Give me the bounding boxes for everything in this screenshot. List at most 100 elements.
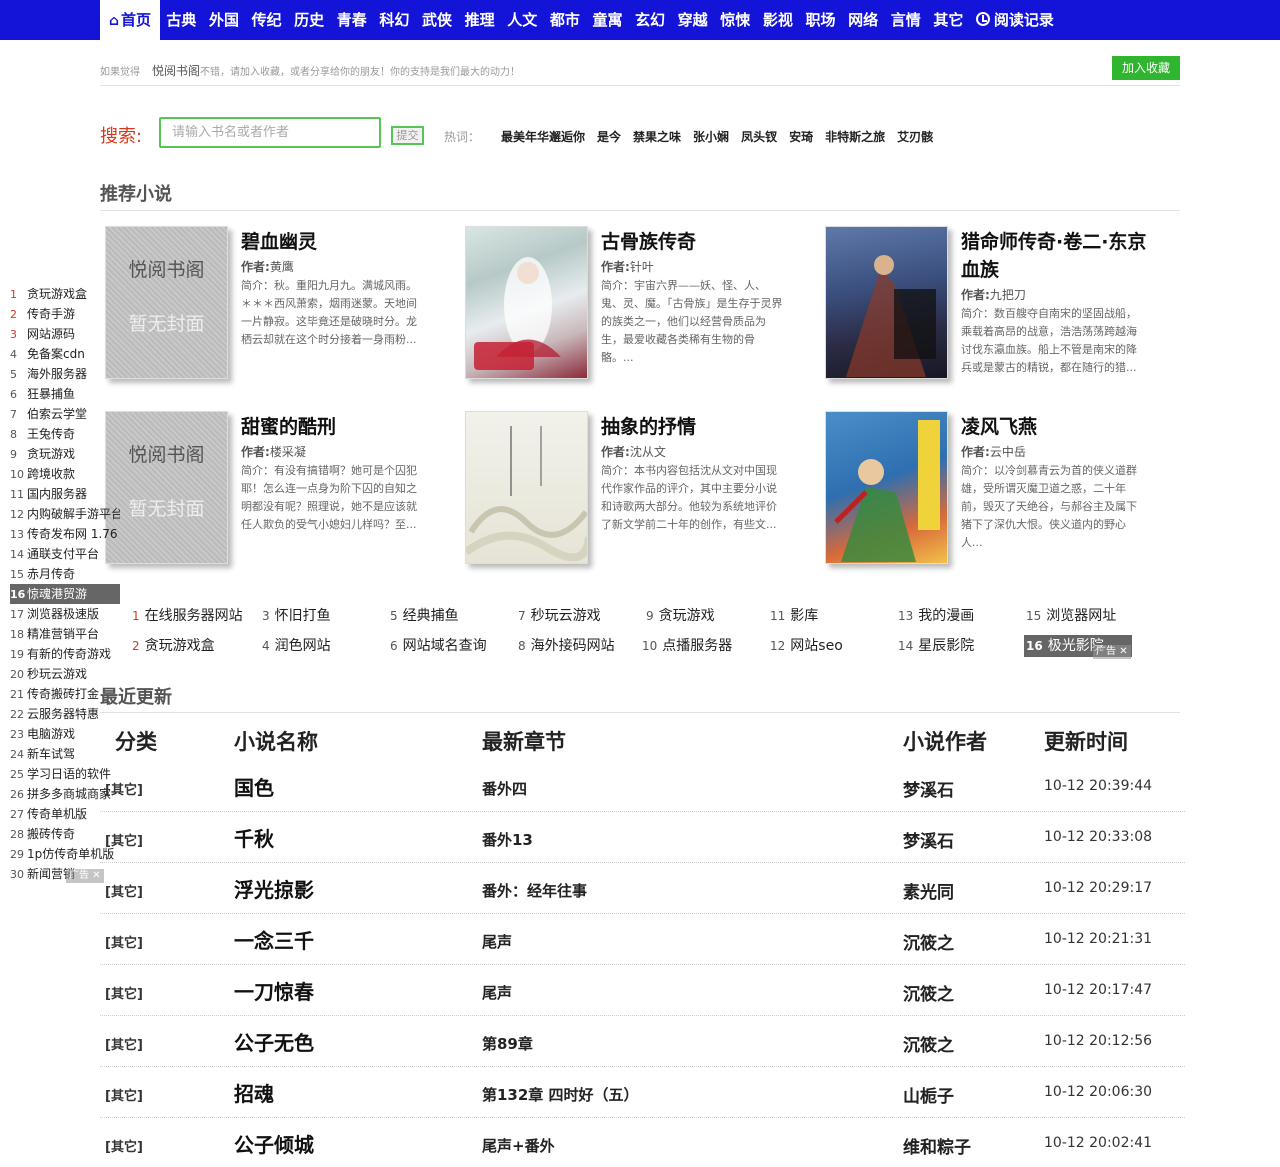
side-ad-item[interactable]: 6 狂暴捕鱼: [10, 384, 120, 404]
add-favorite-button[interactable]: 加入收藏: [1112, 56, 1180, 80]
row-novel-name[interactable]: 公子倾城: [234, 1129, 314, 1158]
row-category[interactable]: [其它]: [105, 779, 143, 798]
search-input[interactable]: [159, 117, 381, 148]
nav-item-scifi[interactable]: 科幻: [373, 0, 416, 40]
link-item[interactable]: 6 网站域名查询: [390, 635, 487, 657]
link-item[interactable]: 15 浏览器网址: [1026, 605, 1116, 627]
link-item[interactable]: 12 网站seo: [770, 635, 843, 657]
row-category[interactable]: [其它]: [105, 1136, 143, 1155]
link-item[interactable]: 7 秒玩云游戏: [518, 605, 601, 627]
link-item[interactable]: 8 海外接码网站: [518, 635, 615, 657]
novel-title[interactable]: 猎命师传奇·卷二·东京血族: [961, 228, 1161, 284]
hot-word[interactable]: 安琦: [789, 128, 813, 145]
row-latest-chapter[interactable]: 番外13: [482, 829, 533, 850]
nav-item-web[interactable]: 网络: [842, 0, 885, 40]
side-ad-item[interactable]: 3 网站源码: [10, 324, 120, 344]
nav-item-home[interactable]: ⌂ 首页: [100, 0, 161, 40]
nav-item-humanities[interactable]: 人文: [501, 0, 544, 40]
row-category[interactable]: [其它]: [105, 881, 143, 900]
side-ad-item[interactable]: 10 跨境收款: [10, 464, 120, 484]
row-novel-name[interactable]: 浮光掠影: [234, 874, 314, 903]
side-ad-item[interactable]: 7 伯索云学堂: [10, 404, 120, 424]
novel-title[interactable]: 抽象的抒情: [601, 413, 801, 441]
link-item[interactable]: 9 贪玩游戏: [646, 605, 715, 627]
novel-title[interactable]: 甜蜜的酷刑: [241, 413, 441, 441]
side-ad-item[interactable]: 5 海外服务器: [10, 364, 120, 384]
link-item[interactable]: 3 怀旧打鱼: [262, 605, 331, 627]
hot-word[interactable]: 非特斯之旅: [825, 128, 885, 145]
row-novel-name[interactable]: 千秋: [234, 823, 274, 852]
nav-item-romance[interactable]: 言情: [884, 0, 927, 40]
row-latest-chapter[interactable]: 番外四: [482, 778, 527, 799]
row-novel-name[interactable]: 国色: [234, 772, 274, 801]
side-ad-item-highlighted[interactable]: 16 惊魂港贸游: [10, 584, 120, 604]
side-ad-item[interactable]: 13 传奇发布网 1.76: [10, 524, 120, 544]
link-item[interactable]: 1 在线服务器网站: [132, 605, 243, 627]
links-ad-tag[interactable]: 广告 ✕: [1093, 645, 1131, 659]
novel-cover-placeholder[interactable]: 悦阅书阁 暂无封面: [105, 411, 228, 564]
link-item[interactable]: 10 点播服务器: [642, 635, 732, 657]
link-item[interactable]: 11 影库: [770, 605, 818, 627]
side-ad-tag[interactable]: 广告 ✕: [66, 869, 104, 883]
novel-cover-image[interactable]: [825, 226, 948, 379]
novel-cover-image[interactable]: [825, 411, 948, 564]
link-item[interactable]: 2 贪玩游戏盒: [132, 635, 215, 657]
side-ad-item[interactable]: 15 赤月传奇: [10, 564, 120, 584]
side-ad-item[interactable]: 12 内购破解手游平台: [10, 504, 120, 524]
row-latest-chapter[interactable]: 第89章: [482, 1033, 533, 1054]
nav-item-other[interactable]: 其它: [927, 0, 970, 40]
nav-item-history[interactable]: 历史: [288, 0, 331, 40]
nav-item-time-travel[interactable]: 穿越: [671, 0, 714, 40]
row-novel-name[interactable]: 公子无色: [234, 1027, 314, 1056]
side-ad-item[interactable]: 18 精准营销平台: [10, 624, 120, 644]
nav-item-reading-history[interactable]: 阅读记录: [970, 0, 1061, 40]
nav-item-fable[interactable]: 童寓: [586, 0, 629, 40]
side-ad-item[interactable]: 20 秒玩云游戏: [10, 664, 120, 684]
novel-cover-image[interactable]: [465, 411, 588, 564]
side-ad-item[interactable]: 2 传奇手游: [10, 304, 120, 324]
row-latest-chapter[interactable]: 尾声+番外: [482, 1135, 555, 1156]
row-category[interactable]: [其它]: [105, 932, 143, 951]
nav-item-urban[interactable]: 都市: [544, 0, 587, 40]
hot-word[interactable]: 禁果之味: [633, 128, 681, 145]
nav-item-mystery[interactable]: 推理: [458, 0, 501, 40]
row-novel-name[interactable]: 一念三千: [234, 925, 314, 954]
row-category[interactable]: [其它]: [105, 1085, 143, 1104]
row-novel-name[interactable]: 招魂: [234, 1078, 274, 1107]
close-icon[interactable]: ✕: [1119, 646, 1127, 657]
side-ad-item[interactable]: 11 国内服务器: [10, 484, 120, 504]
link-item[interactable]: 4 润色网站: [262, 635, 331, 657]
side-ad-item[interactable]: 19 有新的传奇游戏: [10, 644, 120, 664]
nav-item-wuxia[interactable]: 武侠: [416, 0, 459, 40]
nav-item-thriller[interactable]: 惊悚: [714, 0, 757, 40]
nav-item-film[interactable]: 影视: [757, 0, 800, 40]
link-item[interactable]: 5 经典捕鱼: [390, 605, 459, 627]
nav-item-youth[interactable]: 青春: [330, 0, 373, 40]
hot-word[interactable]: 张小娴: [693, 128, 729, 145]
row-category[interactable]: [其它]: [105, 1034, 143, 1053]
side-ad-item[interactable]: 8 王兔传奇: [10, 424, 120, 444]
row-latest-chapter[interactable]: 番外：经年往事: [482, 880, 587, 901]
nav-item-biography[interactable]: 传纪: [245, 0, 288, 40]
nav-item-fantasy[interactable]: 玄幻: [629, 0, 672, 40]
nav-item-classic[interactable]: 古典: [160, 0, 203, 40]
row-category[interactable]: [其它]: [105, 830, 143, 849]
hot-word[interactable]: 是今: [597, 128, 621, 145]
row-category[interactable]: [其它]: [105, 983, 143, 1002]
novel-title[interactable]: 古骨族传奇: [601, 228, 801, 256]
search-submit-button[interactable]: 提交: [391, 126, 424, 145]
side-ad-item[interactable]: 1 贪玩游戏盒: [10, 284, 120, 304]
novel-title[interactable]: 凌风飞燕: [961, 413, 1161, 441]
side-ad-item[interactable]: 4 免备案cdn: [10, 344, 120, 364]
nav-item-workplace[interactable]: 职场: [799, 0, 842, 40]
side-ad-item[interactable]: 9 贪玩游戏: [10, 444, 120, 464]
side-ad-item[interactable]: 17 浏览器极速版: [10, 604, 120, 624]
novel-cover-image[interactable]: [465, 226, 588, 379]
side-ad-item[interactable]: 14 通联支付平台: [10, 544, 120, 564]
row-latest-chapter[interactable]: 第132章 四时好（五）: [482, 1084, 639, 1105]
row-latest-chapter[interactable]: 尾声: [482, 982, 512, 1003]
row-novel-name[interactable]: 一刀惊春: [234, 976, 314, 1005]
row-latest-chapter[interactable]: 尾声: [482, 931, 512, 952]
nav-item-foreign[interactable]: 外国: [203, 0, 246, 40]
novel-title[interactable]: 碧血幽灵: [241, 228, 441, 256]
